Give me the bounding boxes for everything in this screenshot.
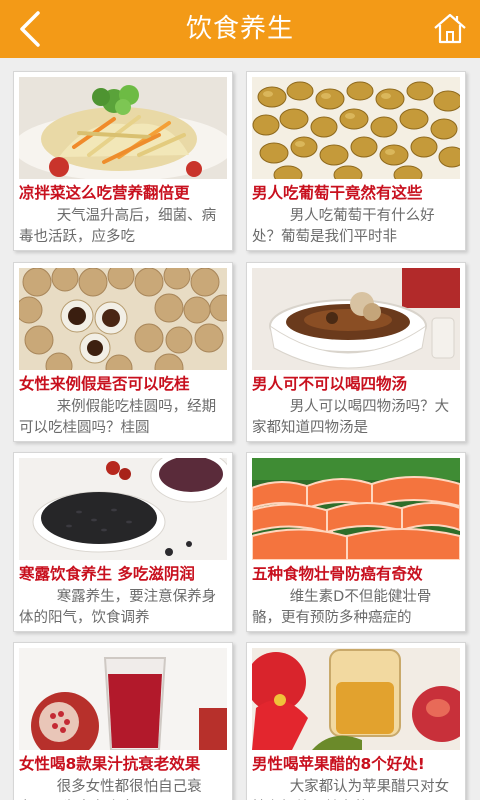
article-image	[252, 458, 460, 560]
top-bar: 饮食养生	[0, 0, 480, 58]
article-title: 男人吃葡萄干竟然有这些	[252, 184, 423, 202]
article-card[interactable]: 男性喝苹果醋的8个好处! 大家都认为苹果醋只对女性有好处，其实苹果	[246, 642, 466, 800]
home-icon	[434, 13, 466, 44]
article-title: 五种食物壮骨防癌有奇效	[252, 565, 423, 583]
article-title: 凉拌菜这么吃营养翻倍更	[19, 184, 190, 202]
article-card[interactable]: 男人可不可以喝四物汤 男人可以喝四物汤吗？大家都知道四物汤是	[246, 262, 466, 442]
article-image	[252, 268, 460, 370]
article-summary: 男人可以喝四物汤吗？大家都知道四物汤是	[252, 399, 450, 436]
article-card[interactable]: 女性喝8款果汁抗衰老效果 很多女性都很怕自己衰老，因为衰老会变丑	[13, 642, 233, 800]
article-title: 女性喝8款果汁抗衰老效果	[19, 755, 201, 773]
article-card[interactable]: 凉拌菜这么吃营养翻倍更 天气温升高后，细菌、病毒也活跃，应多吃	[13, 71, 233, 251]
article-image	[19, 77, 227, 179]
article-summary: 维生素D不但能健壮骨骼，更有预防多种癌症的	[252, 589, 432, 626]
article-summary: 寒露养生，要注意保养身体的阳气，饮食调养	[19, 589, 217, 626]
home-button[interactable]	[432, 11, 468, 47]
article-card[interactable]: 女性来例假是否可以吃桂 来例假能吃桂圆吗，经期可以吃桂圆吗？桂圆	[13, 262, 233, 442]
article-summary: 天气温升高后，细菌、病毒也活跃，应多吃	[19, 208, 217, 245]
article-grid: 凉拌菜这么吃营养翻倍更 天气温升高后，细菌、病毒也活跃，应多吃 男人吃葡萄干竟然…	[0, 58, 480, 800]
article-title: 男人可不可以喝四物汤	[252, 375, 408, 393]
article-summary: 大家都认为苹果醋只对女性有好处，其实苹果	[289, 779, 450, 795]
article-summary: 男人吃葡萄干有什么好处？葡萄是我们平时非	[252, 208, 435, 245]
article-card[interactable]: 五种食物壮骨防癌有奇效 维生素D不但能健壮骨骼，更有预防多种癌症的	[246, 452, 466, 632]
article-title: 寒露饮食养生 多吃滋阴润	[19, 565, 195, 583]
article-image	[252, 648, 460, 750]
article-card[interactable]: 寒露饮食养生 多吃滋阴润 寒露养生，要注意保养身体的阳气，饮食调养	[13, 452, 233, 632]
article-summary: 很多女性都很怕自己衰老，因为衰老会变丑	[56, 779, 202, 795]
article-summary: 来例假能吃桂圆吗，经期可以吃桂圆吗？桂圆	[19, 399, 217, 436]
article-card[interactable]: 男人吃葡萄干竟然有这些 男人吃葡萄干有什么好处？葡萄是我们平时非	[246, 71, 466, 251]
article-title: 女性来例假是否可以吃桂	[19, 375, 190, 393]
article-image	[19, 648, 227, 750]
article-image	[19, 268, 227, 370]
article-image	[252, 77, 460, 179]
article-image	[19, 458, 227, 560]
page-title: 饮食养生	[185, 14, 294, 44]
article-title: 男性喝苹果醋的8个好处!	[252, 755, 425, 773]
